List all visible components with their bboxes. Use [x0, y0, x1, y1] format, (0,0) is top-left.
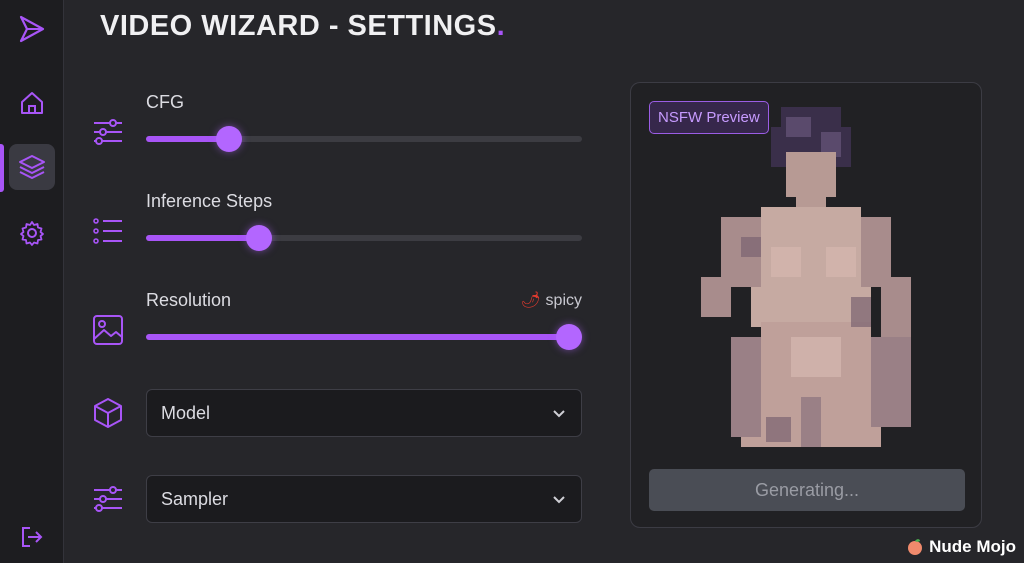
active-indicator — [0, 144, 4, 192]
resolution-slider-thumb[interactable] — [555, 324, 582, 350]
inference-steps-slider[interactable] — [146, 225, 582, 251]
sampler-select[interactable]: Sampler — [146, 475, 582, 523]
model-select[interactable]: Model — [146, 389, 582, 437]
layers-icon[interactable] — [9, 144, 55, 190]
peach-icon — [908, 539, 923, 555]
chili-pepper-icon: 🌶 — [520, 292, 542, 309]
model-select-value: Model — [161, 402, 211, 423]
cube-icon — [90, 395, 126, 431]
resolution-slider-fill — [146, 334, 569, 340]
inference-steps-slider-thumb[interactable] — [246, 225, 273, 251]
spicy-badge-text: spicy — [545, 292, 582, 309]
image-icon — [90, 312, 126, 348]
page-title: VIDEO WIZARD - SETTINGS. — [100, 10, 505, 43]
title-dot: . — [496, 10, 506, 42]
nsfw-preview-badge: NSFW Preview — [649, 101, 769, 134]
sliders-icon — [90, 114, 126, 150]
pixelated-preview-image — [701, 107, 911, 447]
generate-button[interactable]: Generating... — [649, 469, 965, 511]
home-icon[interactable] — [9, 80, 55, 126]
spicy-badge: 🌶 spicy — [521, 290, 582, 310]
logout-icon[interactable] — [9, 514, 55, 560]
inference-steps-slider-fill — [146, 235, 260, 241]
chevron-down-icon — [553, 496, 565, 504]
page-title-text: VIDEO WIZARD - SETTINGS — [100, 10, 497, 42]
inference-steps-label: Inference Steps — [146, 191, 273, 211]
sliders-icon — [90, 481, 126, 517]
logo-icon[interactable] — [9, 6, 55, 52]
chevron-down-icon — [553, 410, 565, 418]
sidebar — [0, 0, 64, 563]
gear-icon[interactable] — [9, 210, 55, 256]
sampler-select-value: Sampler — [161, 488, 229, 509]
watermark: Nude Mojo — [905, 537, 1016, 557]
resolution-label: Resolution — [146, 290, 232, 310]
cfg-slider[interactable] — [146, 126, 582, 152]
watermark-text: Nude Mojo — [929, 537, 1016, 556]
cfg-label: CFG — [146, 92, 184, 112]
cfg-slider-thumb[interactable] — [215, 126, 242, 152]
resolution-slider[interactable] — [146, 324, 582, 350]
list-icon — [90, 213, 126, 249]
preview-card: NSFW Preview Generating... — [630, 82, 982, 528]
